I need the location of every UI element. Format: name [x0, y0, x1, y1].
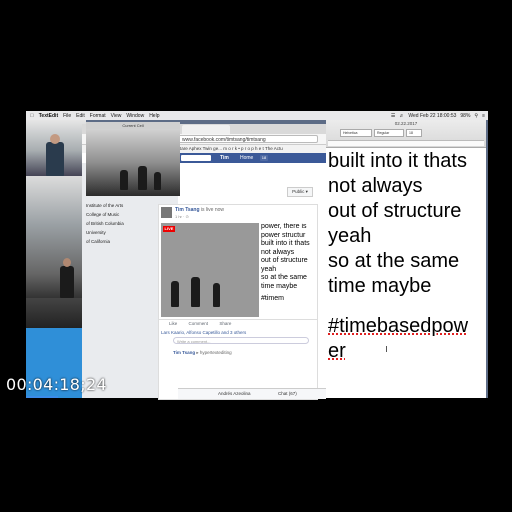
sidebar-item[interactable]: Institute of the Arts	[86, 203, 123, 208]
volume-icon[interactable]: ♬	[399, 113, 404, 119]
font-family-select[interactable]: Helvetica	[340, 129, 372, 137]
live-badge: LIVE	[163, 226, 175, 232]
comment-button[interactable]: Comment	[189, 321, 209, 326]
tab-facebook[interactable]	[182, 125, 230, 134]
share-button[interactable]: Share	[219, 321, 231, 326]
camera-feed-top	[26, 120, 86, 176]
list-icon[interactable]: ≡	[482, 113, 485, 119]
menu-format[interactable]: Format	[90, 113, 106, 119]
video-timecode: 00:04:18;24	[6, 375, 107, 394]
camera-window[interactable]: Current Cell	[86, 122, 180, 196]
comment-input[interactable]: Write a comment...	[173, 337, 309, 344]
menu-file[interactable]: File	[63, 113, 71, 119]
live-video[interactable]: LIVE power, there is power structur buil…	[161, 223, 315, 317]
document-title: 02.22.2017	[394, 121, 418, 126]
live-post: Public ▾ Tim Tsang is live now 1 hr · ⊙ …	[158, 187, 318, 400]
menu-window[interactable]: Window	[126, 113, 144, 119]
wifi-icon[interactable]: ☰	[391, 113, 395, 119]
textedit-window: 02.22.2017 Helvetica Regular 18 built in…	[326, 120, 486, 398]
doc-line: time maybe	[328, 275, 432, 297]
sidebar-item[interactable]: of British Columbia	[86, 221, 124, 226]
camera-window-title: Current Cell	[86, 122, 180, 129]
textedit-toolbar: 02.22.2017 Helvetica Regular 18	[326, 120, 486, 148]
font-style-select[interactable]: Regular	[374, 129, 404, 137]
apple-icon[interactable]: 	[30, 113, 34, 119]
ruler	[328, 140, 484, 146]
menu-app-name[interactable]: TextEdit	[39, 113, 58, 119]
text-cursor	[386, 346, 387, 352]
menu-view[interactable]: View	[111, 113, 122, 119]
sidebar-item[interactable]: of California	[86, 239, 110, 244]
doc-line: yeah	[328, 225, 372, 247]
post-time: 1 hr · ⊙	[175, 214, 189, 219]
reactions-summary[interactable]: Lars Kaario, Alfonso Capetillo and 3 oth…	[161, 330, 246, 335]
doc-line: not always	[328, 175, 423, 197]
second-post-author[interactable]: Tim Tsang ▸ hypertextediting	[173, 350, 232, 356]
post-actions: Like Comment Share	[159, 319, 317, 328]
fb-user-name[interactable]: Tim	[220, 154, 229, 162]
doc-line: out of structure	[328, 200, 462, 222]
fb-search-input[interactable]	[181, 155, 211, 161]
doc-line: built into it thats	[328, 150, 467, 172]
menu-help[interactable]: Help	[149, 113, 159, 119]
chat-contact[interactable]: Andrés Azeolina	[218, 390, 251, 398]
battery-label[interactable]: 98%	[460, 113, 470, 119]
font-size-select[interactable]: 18	[406, 129, 422, 137]
chat-button[interactable]: Chat (67)	[278, 390, 297, 398]
camera-feed-mid	[26, 176, 86, 298]
sidebar-item[interactable]: University	[86, 230, 106, 235]
playback-progress	[26, 396, 58, 398]
document-body[interactable]: built into it thats not always out of st…	[328, 149, 484, 364]
search-icon[interactable]: ⚲	[474, 113, 478, 119]
post-author[interactable]: Tim Tsang is live now	[175, 207, 224, 213]
doc-line: so at the same	[328, 250, 460, 272]
sidebar-item[interactable]: College of Music	[86, 212, 119, 217]
clock[interactable]: Wed Feb 22 18:00:53	[408, 113, 456, 119]
audience-button[interactable]: Public ▾	[287, 187, 313, 197]
fb-notification-badge: 18	[260, 155, 268, 161]
menu-bar:  TextEdit File Edit Format View Window …	[26, 111, 488, 120]
like-button[interactable]: Like	[169, 321, 177, 326]
chat-bar: Andrés Azeolina Chat (67)	[178, 388, 326, 399]
url-input[interactable]: www.facebook.com/timtsang/timtsang	[178, 135, 318, 143]
facebook-nav-bar: Tim Home 18	[178, 153, 326, 163]
menu-edit[interactable]: Edit	[76, 113, 85, 119]
fb-home-link[interactable]: Home	[240, 154, 253, 162]
hashtag-line: #timebasedpow	[328, 315, 469, 337]
hashtag-line-continued: er	[328, 340, 346, 362]
video-text-overlay: power, there is power structur built int…	[259, 223, 315, 317]
avatar[interactable]	[161, 207, 172, 218]
